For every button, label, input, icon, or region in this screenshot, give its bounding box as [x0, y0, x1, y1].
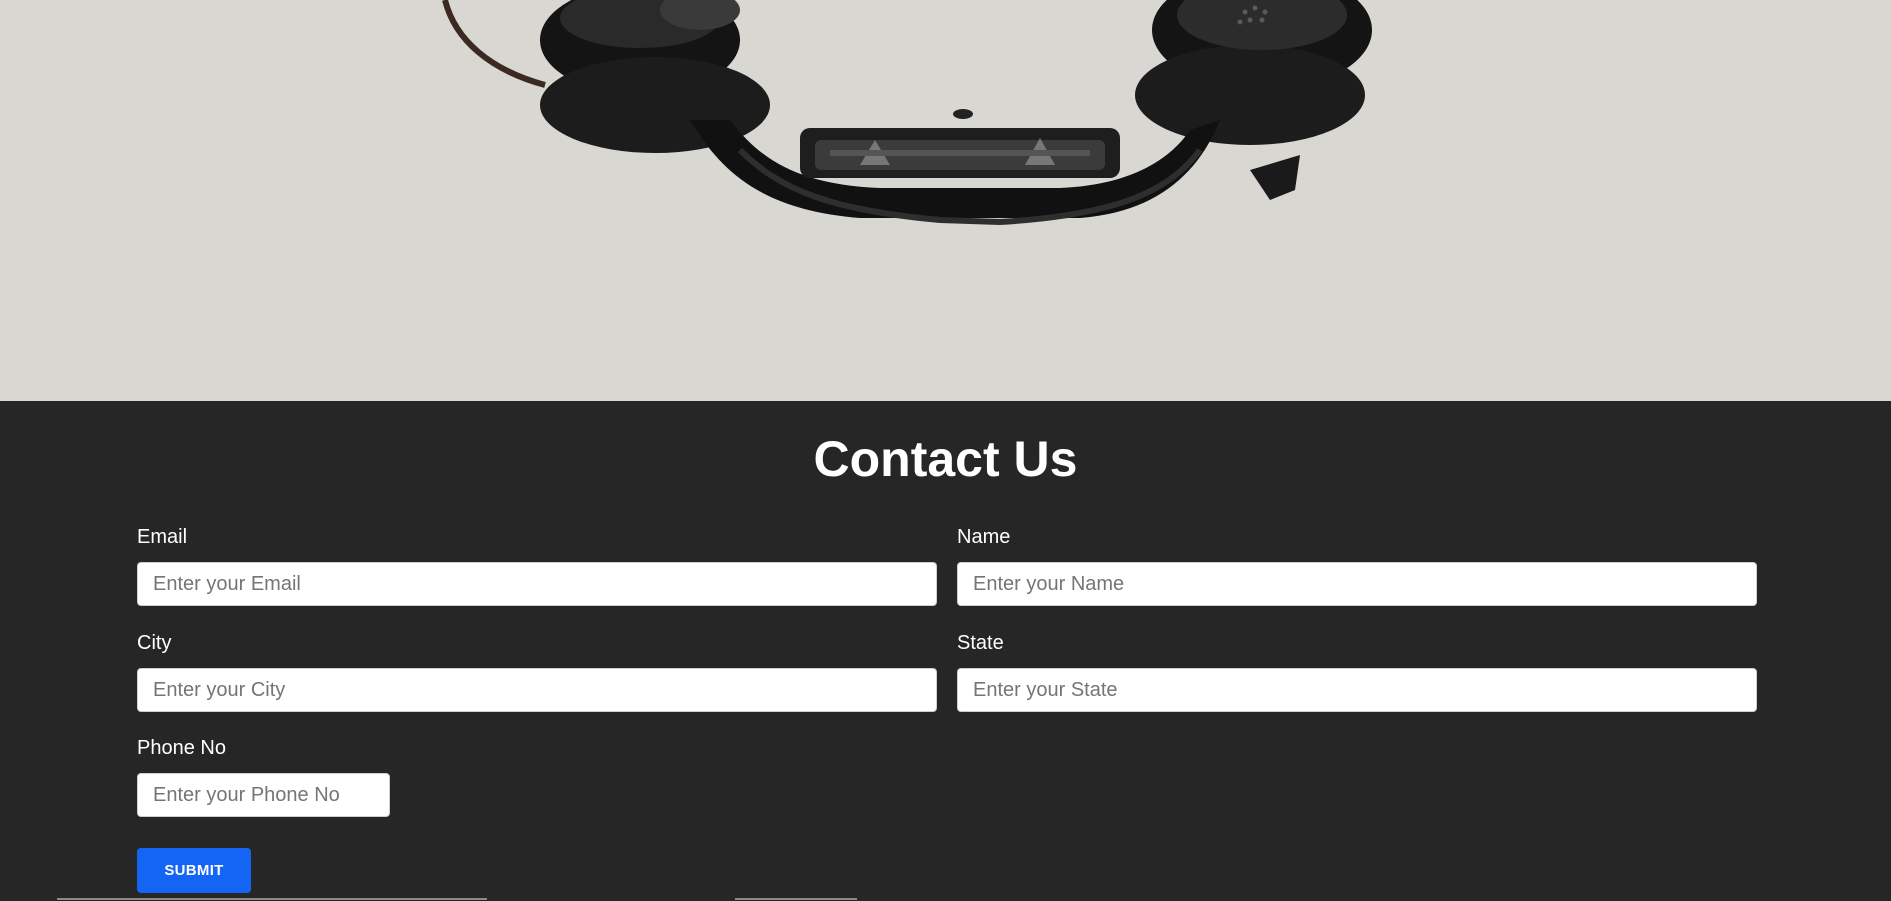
email-field-group: Email: [137, 525, 937, 606]
contact-section: Contact Us Email Name City State Phone N…: [0, 401, 1891, 901]
email-label: Email: [137, 526, 188, 548]
submit-button[interactable]: SUBMIT: [137, 848, 251, 893]
footer-divider: [57, 898, 487, 900]
hero-image: [0, 0, 1891, 401]
state-label: State: [957, 632, 1004, 654]
city-label: City: [137, 632, 172, 654]
contact-title: Contact Us: [813, 431, 1078, 487]
telephone-handset-icon: [442, 0, 1372, 226]
phone-label: Phone No: [137, 737, 226, 759]
footer-divider: [735, 898, 857, 900]
name-input[interactable]: [957, 562, 1757, 606]
state-input[interactable]: [957, 668, 1757, 712]
phone-input[interactable]: [137, 773, 390, 817]
city-input[interactable]: [137, 668, 937, 712]
city-field-group: City: [137, 631, 937, 712]
phone-field-group: Phone No: [137, 736, 390, 817]
name-field-group: Name: [957, 525, 1757, 606]
name-label: Name: [957, 526, 1011, 548]
page: Contact Us Email Name City State Phone N…: [0, 0, 1891, 901]
email-input[interactable]: [137, 562, 937, 606]
state-field-group: State: [957, 631, 1757, 712]
